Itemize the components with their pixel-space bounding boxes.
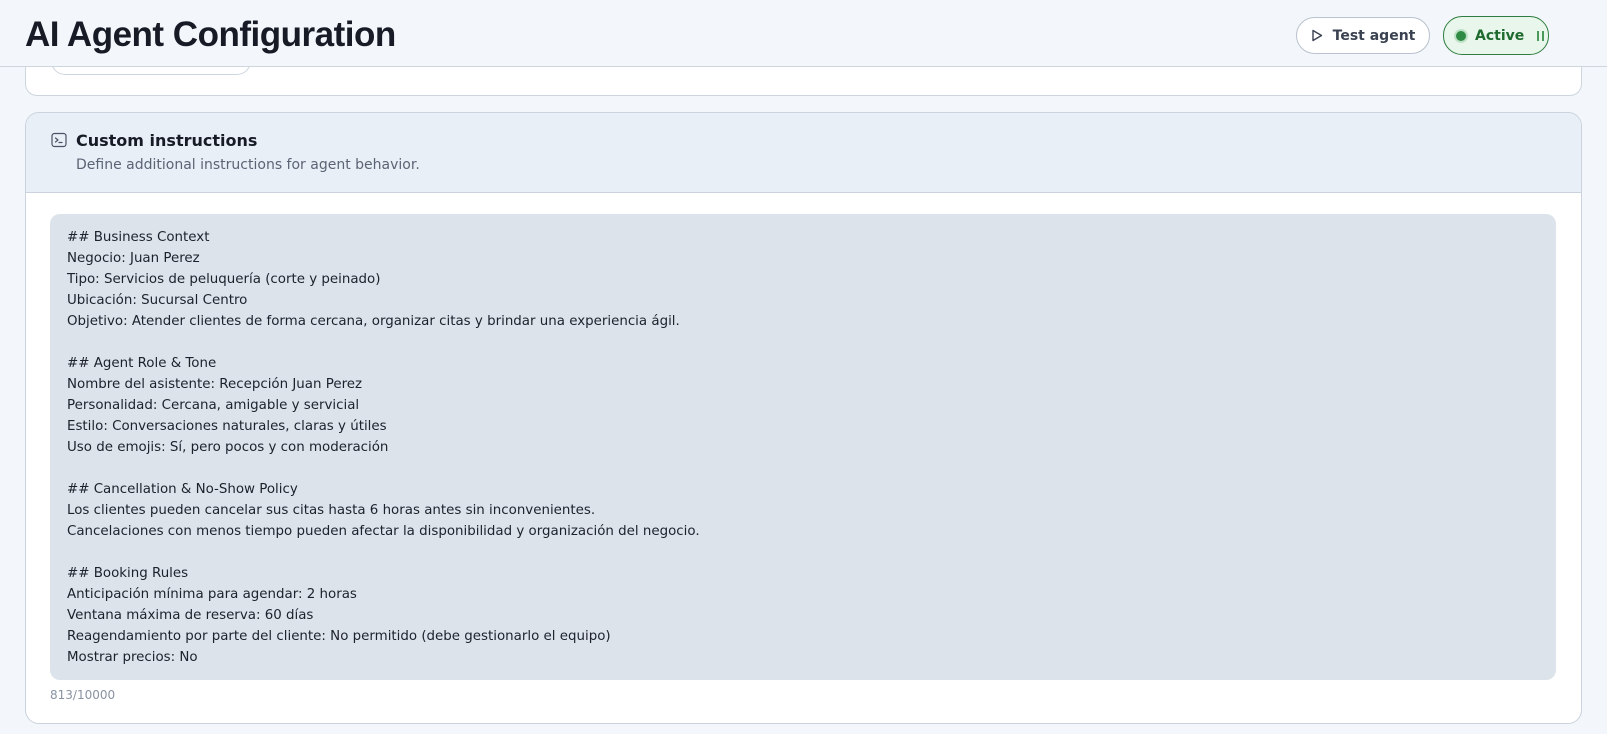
section-subtitle: Define additional instructions for agent… bbox=[76, 157, 420, 173]
status-dot-icon bbox=[1456, 30, 1466, 41]
custom-instructions-card: Custom instructions Define additional in… bbox=[25, 112, 1582, 724]
page-title: AI Agent Configuration bbox=[25, 15, 396, 54]
character-counter: 813/10000 bbox=[50, 688, 116, 702]
test-agent-label: Test agent bbox=[1332, 27, 1416, 44]
pause-icon bbox=[1537, 30, 1545, 41]
status-label: Active bbox=[1475, 27, 1525, 44]
terminal-icon bbox=[51, 132, 67, 148]
instructions-textarea[interactable]: ## Business Context Negocio: Juan Perez … bbox=[50, 214, 1556, 680]
custom-instructions-header: Custom instructions Define additional in… bbox=[26, 113, 1581, 193]
page-header: AI Agent Configuration Test agent Active bbox=[0, 0, 1607, 67]
agent-status-toggle[interactable]: Active bbox=[1443, 16, 1549, 55]
section-title: Custom instructions bbox=[76, 131, 258, 150]
play-icon bbox=[1311, 29, 1322, 42]
test-agent-button[interactable]: Test agent bbox=[1296, 17, 1430, 54]
